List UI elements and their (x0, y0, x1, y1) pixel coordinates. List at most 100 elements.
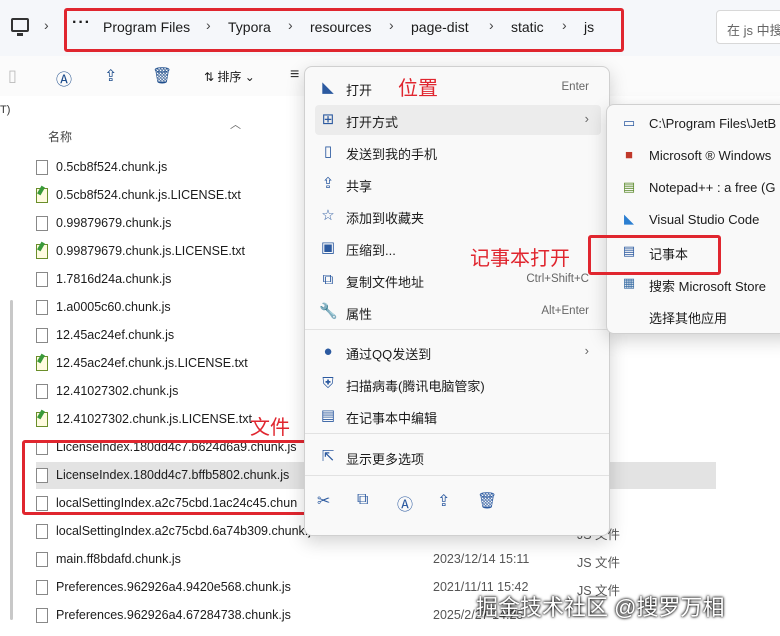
computer-icon[interactable] (11, 18, 29, 36)
menu-separator (305, 475, 609, 476)
notepadpp-icon: ▤ (622, 179, 636, 194)
more-options-icon: ⇱ (321, 448, 335, 465)
file-name: 1.a0005c60.chunk.js (56, 300, 171, 314)
file-name: 1.7816d24a.chunk.js (56, 272, 172, 286)
chevron-up-icon[interactable]: ︿ (230, 116, 241, 132)
vscode-icon: ◣ (322, 79, 334, 96)
menu-item-label: 通过QQ发送到 (346, 347, 432, 362)
sort-button[interactable]: ⇅ 排序 ⌄ (204, 68, 255, 85)
file-name: 0.99879679.chunk.js.LICENSE.txt (56, 244, 246, 258)
menu-item[interactable]: ▯ 发送到我的手机 (315, 137, 601, 167)
submenu-item-label: 搜索 Microsoft Store (649, 279, 767, 294)
submenu-item-label: Visual Studio Code (649, 212, 760, 227)
submenu-item[interactable]: ◣ Visual Studio Code (613, 204, 780, 234)
menu-item[interactable]: ⊞ 打开方式 › (315, 105, 601, 135)
open-with-icon: ⊞ (321, 111, 335, 128)
menu-item-label: 发送到我的手机 (346, 147, 438, 162)
submenu-item[interactable]: ▭ C:\Program Files\JetB (613, 108, 780, 138)
file-row[interactable]: main.ff8bdafd.chunk.js 2023/12/14 15:11 JS… (36, 546, 716, 573)
chevron-right-icon[interactable]: › (44, 17, 49, 33)
notepad-file-icon (36, 188, 48, 203)
menu-item[interactable]: 🔧 属性 Alt+Enter (315, 297, 601, 327)
cut-icon[interactable]: ✂ (317, 491, 330, 511)
copy-path-icon: ⧉ (322, 271, 334, 288)
column-header-name[interactable]: 名称 (48, 128, 72, 145)
menu-item[interactable]: ▤ 在记事本中编辑 (315, 401, 601, 431)
chevron-right-icon: › (584, 111, 589, 126)
menu-item-shortcut: Alt+Enter (541, 305, 589, 317)
annotation-file: 文件 (250, 417, 290, 439)
notepad-file-icon (36, 412, 48, 427)
menu-item-label: 打开 (346, 83, 373, 98)
submenu-item[interactable]: ■ Microsoft ® Windows (613, 140, 780, 170)
menu-item-label: 扫描病毒(腾讯电脑管家) (346, 379, 485, 394)
file-name: 12.41027302.chunk.js.LICENSE.txt (56, 412, 252, 426)
windows-app-icon: ■ (625, 147, 633, 162)
annotation-position: 位置 (398, 78, 438, 100)
chevron-right-icon: › (584, 343, 589, 358)
menu-separator (305, 433, 609, 434)
file-name: 12.45ac24ef.chunk.js.LICENSE.txt (56, 356, 248, 370)
copy-icon[interactable]: ⧉ (357, 491, 368, 509)
delete-icon[interactable]: 🗑 (152, 66, 172, 86)
menu-item-label: 复制文件地址 (346, 275, 425, 290)
file-name: 12.41027302.chunk.js (56, 384, 179, 398)
menu-separator (305, 329, 609, 330)
view-icon[interactable]: ≡ (290, 66, 299, 84)
context-menu: ◣ 打开 Enter ⊞ 打开方式 › ▯ 发送到我的手机 ⇪ 共享 ☆ 添加到收藏夹 ▣ 压缩到... ⧉… (304, 66, 610, 536)
submenu-item[interactable]: ▤ Notepad++ : a free (G (613, 172, 780, 202)
vscode-icon: ◣ (624, 211, 634, 226)
shield-icon: ⛨ (322, 375, 334, 392)
submenu-item[interactable]: 选择其他应用 (613, 300, 780, 330)
menu-item[interactable]: ● 通过QQ发送到 › (315, 337, 601, 367)
share-icon[interactable]: ⇪ (104, 66, 117, 86)
wrench-icon: 🔧 (319, 303, 338, 320)
highlight-box (588, 235, 721, 275)
phone-icon: ▯ (323, 143, 333, 160)
watermark: 掘金技术社区 @搜罗万相 (476, 595, 725, 620)
submenu-item-label: 选择其他应用 (649, 311, 728, 326)
js-file-icon (36, 160, 48, 175)
menu-item-label: 属性 (346, 307, 373, 322)
share-icon: ⇪ (321, 175, 335, 192)
js-file-icon (36, 552, 48, 567)
notepad-icon: ▤ (320, 407, 336, 424)
zip-icon: ▣ (320, 239, 336, 256)
js-file-icon (36, 328, 48, 343)
js-file-icon (36, 272, 48, 287)
share-icon[interactable]: ⇪ (437, 491, 450, 511)
file-name: 0.5cb8f524.chunk.js.LICENSE.txt (56, 188, 241, 202)
rename-icon[interactable]: Ⓐ (56, 66, 72, 90)
js-file-icon (36, 300, 48, 315)
column-fragment: T) (0, 104, 11, 116)
menu-item-label: 压缩到... (346, 243, 396, 258)
file-name: localSettingIndex.a2c75cbd.6a74b309.chun… (56, 524, 318, 538)
open-with-submenu: ▭ C:\Program Files\JetB ■ Microsoft ® Windo… (606, 104, 780, 334)
delete-icon[interactable]: 🗑 (477, 491, 497, 511)
menu-item[interactable]: ◣ 打开 Enter (315, 73, 601, 103)
submenu-item-label: Microsoft ® Windows (649, 148, 772, 163)
submenu-item-label: C:\Program Files\JetB (649, 116, 777, 131)
js-file-icon (36, 580, 48, 595)
file-type: JS 文件 (577, 556, 621, 570)
menu-item[interactable]: ⇱ 显示更多选项 (315, 442, 601, 472)
path-app-icon: ▭ (622, 115, 636, 130)
highlight-box (64, 8, 624, 52)
paste-icon[interactable]: ▯ (8, 66, 17, 86)
menu-item[interactable]: ⇪ 共享 (315, 169, 601, 199)
qq-icon: ● (323, 343, 333, 360)
menu-item[interactable]: ☆ 添加到收藏夹 (315, 201, 601, 231)
file-name: Preferences.962926a4.9420e568.chunk.js (56, 580, 291, 594)
file-name: 0.99879679.chunk.js (56, 216, 172, 230)
search-input[interactable]: 在 js 中搜 (716, 10, 780, 44)
star-icon: ☆ (321, 207, 335, 224)
highlight-box (22, 440, 319, 515)
file-name: 12.45ac24ef.chunk.js (56, 328, 175, 342)
submenu-item-label: Notepad++ : a free (G (649, 180, 776, 195)
rename-icon[interactable]: Ⓐ (397, 491, 413, 515)
menu-item[interactable]: ⛨ 扫描病毒(腾讯电脑管家) (315, 369, 601, 399)
scrollbar[interactable] (10, 300, 13, 620)
js-file-icon (36, 524, 48, 539)
file-name: 0.5cb8f524.chunk.js (56, 160, 168, 174)
js-file-icon (36, 384, 48, 399)
